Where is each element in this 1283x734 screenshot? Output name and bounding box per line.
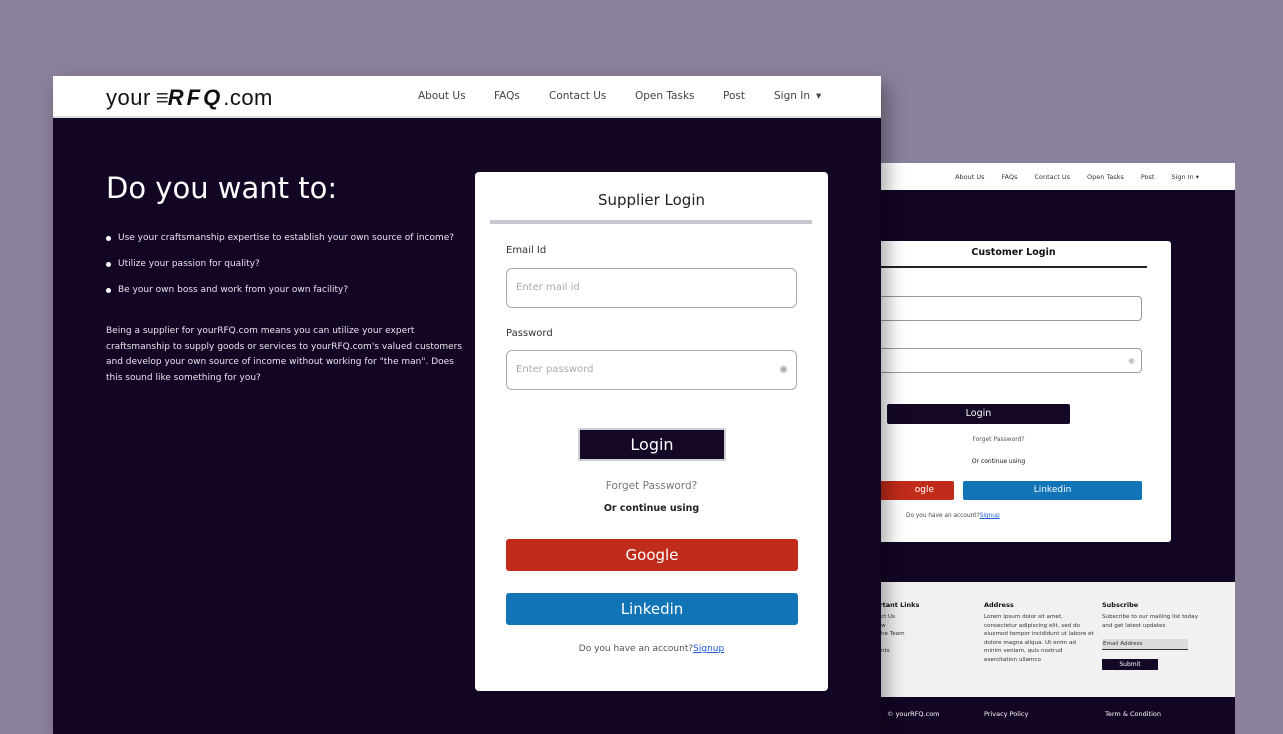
bullet-text: Be your own boss and work from your own … xyxy=(118,285,349,295)
bottom-bar: © yourRFQ.com Privacy Policy Term & Cond… xyxy=(881,697,1235,734)
google-button[interactable]: ogle xyxy=(881,481,954,500)
footer-link[interactable] xyxy=(881,639,905,648)
bullet-text: Utilize your passion for quality? xyxy=(118,259,260,269)
google-button[interactable]: Google xyxy=(506,539,798,571)
footer-link[interactable]: he Team xyxy=(881,630,905,639)
email-field[interactable]: Enter mail id xyxy=(506,268,797,308)
password-field[interactable]: Enter password ◉ xyxy=(506,350,797,390)
top-nav: About Us FAQs Contact Us Open Tasks Post… xyxy=(881,163,1235,190)
account-text: Do you have an account? xyxy=(906,513,980,519)
customer-login-card: Customer Login ◉ Login Forget Password? … xyxy=(881,241,1171,542)
hero-title: Do you want to: xyxy=(106,171,338,205)
list-item: Be your own boss and work from your own … xyxy=(106,283,466,297)
eye-icon[interactable]: ◉ xyxy=(1128,356,1135,365)
linkedin-button[interactable]: Linkedin xyxy=(506,593,798,625)
logo-brand: RFQ xyxy=(167,85,224,110)
nav-open-tasks[interactable]: Open Tasks xyxy=(1087,173,1124,181)
login-title: Supplier Login xyxy=(597,191,706,209)
or-continue-text: Or continue using xyxy=(971,458,1026,465)
signup-prompt: Do you have an account?Signup xyxy=(475,644,828,654)
footer-address-text: Lorem ipsum dolor sit amet, consectetur … xyxy=(984,614,1094,663)
hero-paragraph: Being a supplier for yourRFQ.com means y… xyxy=(106,326,463,383)
nav-sign-in[interactable]: Sign In xyxy=(774,90,810,102)
subscribe-submit-button[interactable]: Submit xyxy=(1102,659,1158,670)
privacy-policy-link[interactable]: Privacy Policy xyxy=(984,710,1028,718)
list-item: Use your craftsmanship expertise to esta… xyxy=(106,231,466,245)
site-logo[interactable]: your ≡RFQ.com xyxy=(106,85,273,111)
nav-post[interactable]: Post xyxy=(1141,173,1155,181)
footer-link[interactable]: nts xyxy=(881,647,905,656)
top-nav: your ≡RFQ.com About Us FAQs Contact Us O… xyxy=(53,76,881,118)
linkedin-button[interactable]: Linkedin xyxy=(963,481,1142,500)
footer-subscribe-title: Subscribe xyxy=(1102,601,1139,609)
password-label: Password xyxy=(506,328,553,339)
nav-sign-in[interactable]: Sign In xyxy=(1171,173,1193,181)
nav-open-tasks[interactable]: Open Tasks xyxy=(635,90,695,102)
nav-faqs[interactable]: FAQs xyxy=(494,90,520,102)
footer-address-title: Address xyxy=(984,601,1014,609)
footer-links-title: ortant Links xyxy=(881,601,920,609)
or-continue-text: Or continue using xyxy=(603,503,700,514)
site-footer: ortant Links ct Us w he Team nts Address… xyxy=(881,582,1235,697)
terms-link[interactable]: Term & Condition xyxy=(1105,710,1161,718)
nav-contact-us[interactable]: Contact Us xyxy=(1035,173,1071,181)
title-divider xyxy=(490,220,812,224)
account-text: Do you have an account? xyxy=(578,644,694,654)
title-divider xyxy=(881,266,1147,268)
nav-about-us[interactable]: About Us xyxy=(955,173,984,181)
login-button[interactable]: Login xyxy=(887,404,1070,424)
copyright-text: © yourRFQ.com xyxy=(887,710,940,718)
footer-subscribe-text: Subscribe to our mailing list today and … xyxy=(1102,614,1199,629)
list-item: Utilize your passion for quality? xyxy=(106,257,466,271)
login-button[interactable]: Login xyxy=(578,428,726,461)
nav-post[interactable]: Post xyxy=(723,90,745,102)
signup-prompt: Do you have an account?Signup xyxy=(906,513,1000,519)
footer-link[interactable]: w xyxy=(881,622,905,631)
logo-lines-icon: ≡ xyxy=(150,85,169,110)
password-placeholder: Enter password xyxy=(516,364,594,375)
bullet-icon xyxy=(106,236,111,241)
hero-bullets: Use your craftsmanship expertise to esta… xyxy=(106,231,466,309)
footer-links-list: ct Us w he Team nts xyxy=(881,613,905,656)
signup-link[interactable]: Signup xyxy=(980,513,1000,519)
signup-link[interactable]: Signup xyxy=(693,644,724,654)
nav-faqs[interactable]: FAQs xyxy=(1002,173,1018,181)
logo-prefix: your xyxy=(106,85,151,110)
bullet-text: Use your craftsmanship expertise to esta… xyxy=(118,233,455,243)
subscribe-email-input[interactable]: Email Address xyxy=(1102,639,1188,650)
forgot-password-link[interactable]: Forget Password? xyxy=(475,480,828,492)
supplier-login-card: Supplier Login Email Id Enter mail id Pa… xyxy=(475,172,828,691)
nav-about-us[interactable]: About Us xyxy=(418,90,466,102)
supplier-login-window: your ≡RFQ.com About Us FAQs Contact Us O… xyxy=(53,76,881,734)
customer-login-window: About Us FAQs Contact Us Open Tasks Post… xyxy=(881,163,1235,734)
nav-contact-us[interactable]: Contact Us xyxy=(549,90,606,102)
chevron-down-icon: ▾ xyxy=(1195,172,1199,181)
forgot-password-link[interactable]: Forget Password? xyxy=(881,436,1116,443)
password-field[interactable]: ◉ xyxy=(881,348,1142,373)
footer-link[interactable]: ct Us xyxy=(881,613,905,622)
email-field[interactable] xyxy=(881,296,1142,321)
chevron-down-icon: ▾ xyxy=(816,90,822,102)
eye-icon[interactable]: ◉ xyxy=(779,351,788,389)
bullet-icon xyxy=(106,262,111,267)
login-title: Customer Login xyxy=(971,247,1056,258)
bullet-icon xyxy=(106,288,111,293)
email-label: Email Id xyxy=(506,245,547,256)
logo-suffix: .com xyxy=(223,85,273,110)
